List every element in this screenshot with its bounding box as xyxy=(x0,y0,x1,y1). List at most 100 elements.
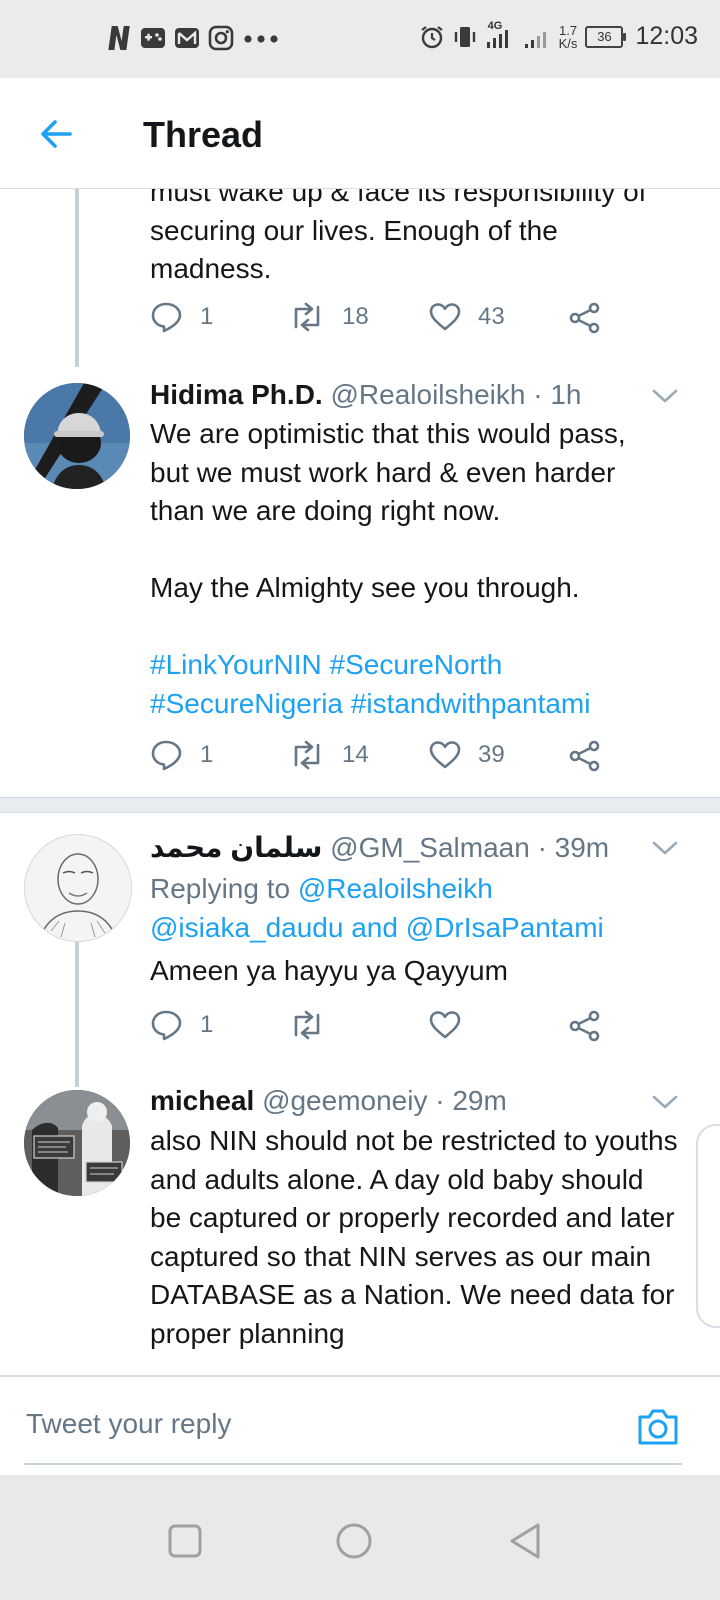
tweet-text-line: madness. xyxy=(150,253,272,284)
tweet-header: سلمان محمد @GM_Salmaan · 39m xyxy=(150,831,609,864)
heart-icon xyxy=(429,741,461,769)
retweet-count: 18 xyxy=(342,303,369,330)
signal-4g-icon: 4G xyxy=(485,20,515,50)
tweet-body: We are optimistic that this would pass, … xyxy=(150,418,626,526)
home-button[interactable] xyxy=(332,1519,376,1563)
instagram-icon xyxy=(208,25,234,51)
vibrate-icon xyxy=(453,24,477,50)
mention-link[interactable]: @DrIsaPantami xyxy=(406,912,604,943)
hashtag-link[interactable]: #SecureNigeria #istandwithpantami xyxy=(150,685,670,724)
tweet-menu-button[interactable] xyxy=(652,387,678,405)
mention-link[interactable]: @Realoilsheikh xyxy=(298,873,493,904)
tweet-menu-button[interactable] xyxy=(652,1093,678,1111)
replying-and: and xyxy=(351,911,398,943)
network-speed-unit: K/s xyxy=(558,35,578,51)
reply-count: 1 xyxy=(200,741,214,768)
author-name[interactable]: سلمان محمد xyxy=(150,832,322,863)
retweet-icon xyxy=(294,302,320,332)
reply-button[interactable]: 1 xyxy=(150,301,213,333)
reply-icon xyxy=(151,302,182,333)
clock: 12:03 xyxy=(635,22,698,50)
recents-button[interactable] xyxy=(163,1519,207,1563)
reply-button[interactable]: 1 xyxy=(150,739,213,771)
avatar-image xyxy=(24,383,130,489)
reply-button[interactable]: 1 xyxy=(150,1009,213,1041)
back-nav-button[interactable] xyxy=(504,1519,548,1563)
share-button[interactable] xyxy=(568,1009,602,1043)
square-icon xyxy=(168,1524,202,1558)
author-name[interactable]: Hidima Ph.D. xyxy=(150,379,323,410)
heart-icon xyxy=(429,1011,461,1039)
share-button[interactable] xyxy=(568,301,602,335)
author-handle[interactable]: @GM_Salmaan xyxy=(330,832,530,863)
triangle-back-icon xyxy=(510,1523,540,1559)
conversation-separator xyxy=(0,797,720,813)
tweet-text: must wake up & face its responsibility o… xyxy=(150,189,690,289)
author-handle[interactable]: @Realoilsheikh xyxy=(330,379,525,410)
system-navigation-bar xyxy=(0,1475,720,1600)
retweet-count: 14 xyxy=(342,741,369,768)
share-button[interactable] xyxy=(568,739,602,773)
reply-composer xyxy=(0,1375,720,1477)
tweet-menu-button[interactable] xyxy=(652,839,678,857)
retweet-button[interactable]: 14 xyxy=(288,739,369,771)
retweet-button[interactable] xyxy=(288,1009,342,1041)
like-count: 43 xyxy=(478,303,505,330)
tweet-header: Hidima Ph.D. @Realoilsheikh · 1h xyxy=(150,379,581,411)
avatar[interactable] xyxy=(24,834,132,942)
tweet-text: also NIN should not be restricted to you… xyxy=(150,1122,680,1353)
like-button[interactable]: 39 xyxy=(428,739,505,771)
author-handle[interactable]: @geemoneiy xyxy=(262,1085,427,1116)
scroll-handle[interactable] xyxy=(696,1124,720,1328)
tweet-actions: 1 18 43 xyxy=(150,301,610,341)
tweet-time: · 39m xyxy=(537,832,610,863)
notification-icons xyxy=(106,24,282,52)
page-title: Thread xyxy=(143,114,264,155)
more-notifications-icon xyxy=(242,25,282,51)
battery-icon: 36 xyxy=(585,25,627,48)
tweet-time: · 29m xyxy=(435,1085,507,1116)
replying-to: Replying to @Realoilsheikh @isiaka_daudu… xyxy=(150,870,690,947)
battery-level: 36 xyxy=(597,28,612,44)
reply-icon xyxy=(151,1010,182,1041)
mention-link[interactable]: @isiaka_daudu xyxy=(150,912,343,943)
like-button[interactable] xyxy=(428,1009,478,1041)
like-button[interactable]: 43 xyxy=(428,301,505,333)
replying-to-label: Replying to xyxy=(150,873,291,904)
back-button[interactable] xyxy=(36,114,76,154)
hashtag-link[interactable]: #LinkYourNIN #SecureNorth xyxy=(150,646,670,685)
author-name[interactable]: micheal xyxy=(150,1085,254,1116)
avatar[interactable] xyxy=(24,1090,130,1196)
tweet-actions: 1 xyxy=(150,1009,610,1049)
thread-feed[interactable]: must wake up & face its responsibility o… xyxy=(0,189,720,1375)
reply-count: 1 xyxy=(200,1011,214,1038)
reply-count: 1 xyxy=(200,303,214,330)
tweet-body-line: May the Almighty see you through. xyxy=(150,572,580,603)
thread-connector-line xyxy=(75,942,79,1087)
share-icon xyxy=(569,1010,600,1042)
avatar-image xyxy=(24,1090,130,1196)
netflix-icon xyxy=(106,24,132,52)
tweet-text-line: must wake up & face its responsibility o… xyxy=(150,189,647,207)
tweet-actions: 1 14 39 xyxy=(150,739,610,779)
mail-icon xyxy=(174,25,200,51)
share-icon xyxy=(569,740,600,772)
camera-icon xyxy=(638,1409,678,1445)
alarm-icon xyxy=(419,24,445,50)
tweet-time: · 1h xyxy=(533,379,582,410)
reply-input[interactable] xyxy=(24,1395,588,1453)
thread-connector-line xyxy=(75,189,79,367)
tweet-header: micheal @geemoneiy · 29m xyxy=(150,1085,507,1117)
back-arrow-icon xyxy=(41,120,72,148)
tweet-body: Ameen ya hayyu ya Qayyum xyxy=(150,955,508,986)
signal-icon xyxy=(523,24,551,50)
system-icons: 4G 1.7 K/s 36 12:03 xyxy=(419,20,698,51)
heart-icon xyxy=(429,303,461,331)
gamepad-icon xyxy=(140,25,166,51)
chevron-down-icon xyxy=(652,841,678,855)
camera-button[interactable] xyxy=(636,1407,680,1447)
avatar-image xyxy=(25,835,131,941)
retweet-button[interactable]: 18 xyxy=(288,301,369,333)
tweet-text: We are optimistic that this would pass, … xyxy=(150,415,670,723)
avatar[interactable] xyxy=(24,383,130,489)
